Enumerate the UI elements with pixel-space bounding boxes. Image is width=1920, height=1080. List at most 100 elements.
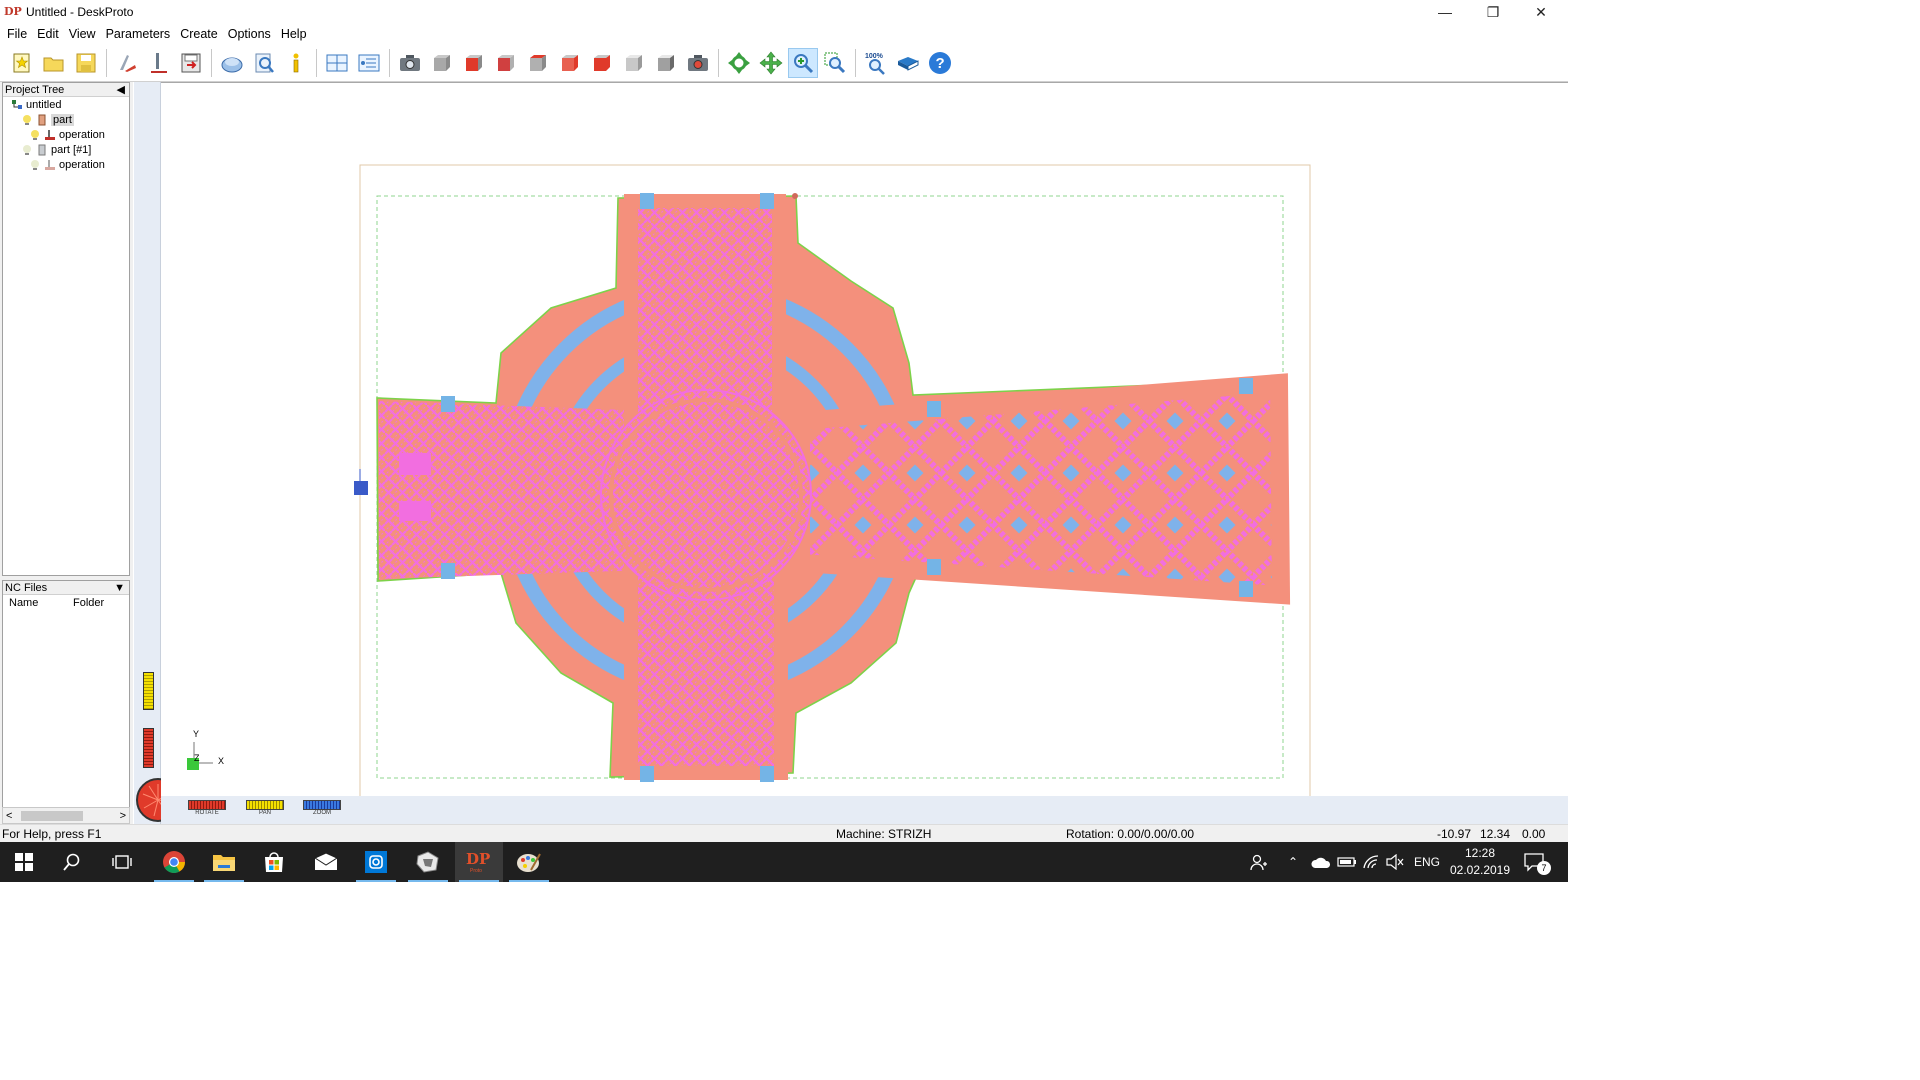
add-operation-button[interactable]: [145, 49, 173, 77]
menu-edit[interactable]: Edit: [32, 27, 64, 41]
simulate-button[interactable]: [218, 49, 246, 77]
view-iso1-button[interactable]: [556, 49, 584, 77]
view-side-button[interactable]: [492, 49, 520, 77]
zoom-button[interactable]: [788, 47, 818, 78]
people-icon[interactable]: [1250, 842, 1268, 882]
tree-item-part-1[interactable]: part [#1]: [3, 142, 129, 157]
pan-bar[interactable]: [246, 800, 284, 810]
tree-item-operation[interactable]: operation: [3, 127, 129, 142]
column-name[interactable]: Name: [3, 597, 67, 609]
project-tree-panel: Project Tree ◀ untitled part operation p…: [2, 82, 130, 576]
collapse-left-icon[interactable]: ◀: [117, 83, 125, 96]
minimize-button[interactable]: —: [1422, 0, 1468, 24]
preview-button[interactable]: [250, 49, 278, 77]
camera-red-button[interactable]: [684, 49, 712, 77]
scroll-right-icon[interactable]: >: [120, 810, 126, 822]
save-toolpath-button[interactable]: [177, 49, 205, 77]
search-icon[interactable]: [48, 842, 96, 882]
main-toolbar: 100% ?: [0, 44, 1568, 82]
view-front-button[interactable]: [428, 49, 456, 77]
bulb-icon: [21, 114, 33, 126]
onedrive-icon[interactable]: [1311, 842, 1331, 882]
open-project-button[interactable]: [40, 49, 68, 77]
notifications-icon[interactable]: 7: [1524, 842, 1551, 882]
3d-viewport[interactable]: Y Z X: [161, 82, 1568, 797]
view-red-button[interactable]: [460, 49, 488, 77]
add-part-button[interactable]: [113, 49, 141, 77]
part-icon: [36, 114, 48, 126]
corner-point: [792, 193, 798, 199]
instagram-icon[interactable]: [352, 842, 400, 882]
rotate-icon: [728, 51, 750, 74]
nc-files-columns: Name Folder: [3, 595, 129, 611]
clock[interactable]: 12:28 02.02.2019: [1450, 842, 1510, 882]
menu-file[interactable]: File: [2, 27, 32, 41]
dropdown-icon[interactable]: ▼: [114, 582, 125, 594]
view-gray2-button[interactable]: [652, 49, 680, 77]
file-explorer-icon[interactable]: [200, 842, 248, 882]
menu-help[interactable]: Help: [276, 27, 312, 41]
list-button[interactable]: [355, 49, 383, 77]
restore-button[interactable]: ❐: [1470, 0, 1516, 24]
status-rotation: Rotation: 0.00/0.00/0.00: [1066, 827, 1195, 841]
show-hidden-icons[interactable]: ⌃: [1288, 842, 1298, 882]
menu-create[interactable]: Create: [175, 27, 223, 41]
axis-z-label: Z: [194, 753, 200, 763]
origin-handle[interactable]: [354, 481, 368, 495]
task-view-icon[interactable]: [98, 842, 146, 882]
scroll-left-icon[interactable]: <: [6, 810, 12, 822]
menu-parameters[interactable]: Parameters: [101, 27, 176, 41]
volume-muted-icon[interactable]: [1386, 842, 1404, 882]
view-iso2-button[interactable]: [588, 49, 616, 77]
new-project-button[interactable]: [8, 49, 36, 77]
save-project-button[interactable]: [72, 49, 100, 77]
deskproto-icon[interactable]: DP Proto: [455, 842, 503, 882]
close-button[interactable]: ✕: [1518, 0, 1564, 24]
zoom-100-button[interactable]: 100%: [862, 49, 890, 77]
wifi-icon[interactable]: [1362, 842, 1380, 882]
view-bottom-button[interactable]: [524, 49, 552, 77]
mail-icon[interactable]: [302, 842, 350, 882]
list-icon: [358, 54, 380, 71]
language-indicator[interactable]: ENG: [1414, 842, 1440, 882]
bulb-icon: [29, 129, 41, 141]
scroll-thumb[interactable]: [21, 811, 83, 821]
operation-icon: [44, 159, 56, 171]
chrome-icon[interactable]: [150, 842, 198, 882]
menu-view[interactable]: View: [64, 27, 101, 41]
store-icon[interactable]: [250, 842, 298, 882]
tree-item-part[interactable]: part: [3, 112, 129, 127]
menu-options[interactable]: Options: [223, 27, 276, 41]
zoom-window-button[interactable]: [821, 49, 849, 77]
camera-button[interactable]: [396, 49, 424, 77]
rotate-slider[interactable]: [143, 728, 154, 768]
pan-button[interactable]: [757, 49, 785, 77]
marker-square: [399, 453, 431, 475]
axis-x-label: X: [218, 756, 225, 766]
toolbar-separator: [106, 48, 107, 77]
layout-button[interactable]: [323, 49, 351, 77]
rotate-control[interactable]: ROTATE: [187, 800, 227, 824]
horizontal-scrollbar[interactable]: < >: [2, 807, 130, 824]
app-icon[interactable]: [404, 842, 452, 882]
rotate-button[interactable]: [725, 49, 753, 77]
windows-start-icon[interactable]: [0, 842, 48, 882]
toolbar-separator: [718, 48, 719, 77]
status-coord-y: 12.34: [1480, 827, 1511, 841]
pan-slider[interactable]: [143, 672, 154, 710]
tree-item-operation-1[interactable]: operation: [3, 157, 129, 172]
help-button[interactable]: ?: [926, 49, 954, 77]
tree-item-project[interactable]: untitled: [3, 97, 129, 112]
column-folder[interactable]: Folder: [67, 597, 104, 609]
window-title: Untitled - DeskProto: [26, 5, 134, 19]
view-gray-button[interactable]: [620, 49, 648, 77]
zoom-control[interactable]: ZOOM: [302, 800, 342, 824]
zoom-bar[interactable]: [303, 800, 341, 810]
paint-icon[interactable]: [505, 842, 553, 882]
rotate-bar[interactable]: [188, 800, 226, 810]
info-button[interactable]: [282, 49, 310, 77]
toolbar-separator: [211, 48, 212, 77]
book-button[interactable]: [894, 49, 922, 77]
pan-control[interactable]: PAN: [245, 800, 285, 824]
battery-icon[interactable]: [1337, 842, 1357, 882]
